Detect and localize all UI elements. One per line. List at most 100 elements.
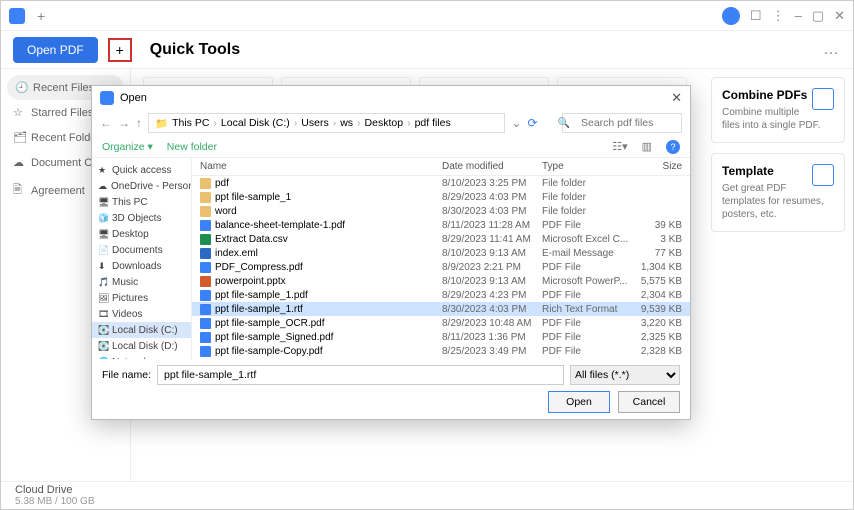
cancel-button[interactable]: Cancel — [618, 391, 680, 413]
col-size[interactable]: Size — [632, 161, 682, 172]
help-icon[interactable]: ? — [666, 140, 680, 154]
file-row[interactable]: balance-sheet-template-1.pdf8/11/2023 11… — [192, 218, 690, 232]
breadcrumb-item[interactable]: This PC — [172, 117, 209, 129]
col-name[interactable]: Name — [200, 161, 442, 172]
menu-icon[interactable]: ⋮ — [772, 8, 785, 24]
col-type[interactable]: Type — [542, 161, 632, 172]
tree-item[interactable]: 💽Local Disk (C:) — [92, 322, 191, 338]
file-type-icon — [200, 318, 211, 329]
template-icon — [812, 164, 834, 186]
breadcrumb-item[interactable]: Users — [301, 117, 328, 129]
tree-label: Music — [112, 277, 138, 288]
file-type-icon — [200, 206, 211, 217]
tree-icon: ⬇ — [98, 261, 108, 272]
minimize-button[interactable]: – — [795, 8, 802, 23]
file-type-icon — [200, 220, 211, 231]
file-name: ppt file-sample_1 — [215, 192, 442, 203]
tree-item[interactable]: ☁OneDrive - Person — [92, 178, 191, 194]
file-row[interactable]: ppt file-sample_18/29/2023 4:03 PMFile f… — [192, 190, 690, 204]
file-row[interactable]: powerpoint.pptx8/10/2023 9:13 AMMicrosof… — [192, 274, 690, 288]
tree-item[interactable]: 💽Local Disk (D:) — [92, 338, 191, 354]
add-file-button[interactable]: + — [108, 38, 132, 62]
file-row[interactable]: ppt file-sample_1.rtf8/30/2023 4:03 PMRi… — [192, 302, 690, 316]
new-tab-button[interactable]: + — [37, 8, 45, 24]
notes-icon[interactable]: ☐ — [750, 8, 762, 24]
path-dropdown-button[interactable]: ⌄ — [511, 116, 521, 130]
tree-icon: ★ — [98, 165, 108, 176]
tree-item[interactable]: ⬇Downloads — [92, 258, 191, 274]
file-date: 8/11/2023 1:36 PM — [442, 332, 542, 343]
tree-item[interactable]: 🖥This PC — [92, 194, 191, 210]
tree-item[interactable]: 📄Documents — [92, 242, 191, 258]
file-row[interactable]: PDF_Compress.pdf8/9/2023 2:21 PMPDF File… — [192, 260, 690, 274]
filename-label: File name: — [102, 369, 151, 381]
tree-label: This PC — [112, 197, 148, 208]
file-row[interactable]: ppt file-sample_Signed.pdf8/11/2023 1:36… — [192, 330, 690, 344]
filename-input[interactable] — [157, 365, 564, 385]
sidebar-icon: ☁ — [13, 156, 25, 169]
breadcrumb-item[interactable]: ws — [340, 117, 353, 129]
dialog-close-button[interactable]: ✕ — [671, 90, 682, 106]
file-filter-select[interactable]: All files (*.*) — [570, 365, 680, 385]
tree-item[interactable]: 🧊3D Objects — [92, 210, 191, 226]
file-date: 8/10/2023 9:13 AM — [442, 248, 542, 259]
folder-tree: ★ Quick access ☁OneDrive - Person🖥This PC🧊… — [92, 158, 192, 359]
col-date[interactable]: Date modified — [442, 161, 542, 172]
back-button[interactable]: ← — [100, 116, 112, 130]
file-row[interactable]: Extract Data.csv8/29/2023 11:41 AMMicros… — [192, 232, 690, 246]
page-title: Quick Tools — [150, 41, 240, 59]
user-avatar-icon[interactable] — [722, 7, 740, 25]
tree-item[interactable]: 🖥Desktop — [92, 226, 191, 242]
new-folder-button[interactable]: New folder — [167, 141, 217, 153]
file-type-icon — [200, 304, 211, 315]
refresh-button[interactable]: ⟳ — [527, 116, 537, 130]
up-button[interactable]: ↑ — [136, 116, 142, 130]
file-date: 8/10/2023 3:25 PM — [442, 178, 542, 189]
open-pdf-button[interactable]: Open PDF — [13, 37, 98, 63]
file-type: PDF File — [542, 220, 632, 231]
file-row[interactable]: index.eml8/10/2023 9:13 AME-mail Message… — [192, 246, 690, 260]
file-size: 77 KB — [632, 248, 682, 259]
organize-menu[interactable]: Organize ▾ — [102, 141, 153, 153]
maximize-button[interactable]: ▢ — [812, 8, 824, 24]
tree-label: Documents — [112, 245, 163, 256]
breadcrumb-item[interactable]: pdf files — [415, 117, 451, 129]
template-card[interactable]: Template Get great PDF templates for res… — [711, 153, 845, 232]
tree-item[interactable]: ★ Quick access — [92, 162, 191, 178]
preview-pane-icon[interactable]: ▥ — [642, 140, 652, 153]
close-button[interactable]: ✕ — [834, 8, 845, 24]
tree-item[interactable]: 🎞Videos — [92, 306, 191, 322]
overflow-menu-button[interactable]: … — [823, 41, 841, 59]
cloud-drive-label[interactable]: Cloud Drive — [15, 484, 839, 496]
file-date: 8/25/2023 3:49 PM — [442, 346, 542, 357]
combine-pdfs-card[interactable]: Combine PDFs Combine multiple files into… — [711, 77, 845, 143]
search-input[interactable] — [562, 113, 682, 133]
tree-label: Quick access — [112, 165, 171, 176]
file-size: 1,304 KB — [632, 262, 682, 273]
tree-label: 3D Objects — [112, 213, 161, 224]
file-type-icon — [200, 290, 211, 301]
tree-item[interactable]: 🎵Music — [92, 274, 191, 290]
file-row[interactable]: ppt file-sample_OCR.pdf8/29/2023 10:48 A… — [192, 316, 690, 330]
file-row[interactable]: ppt file-sample_1.pdf8/29/2023 4:23 PMPD… — [192, 288, 690, 302]
open-button[interactable]: Open — [548, 391, 610, 413]
breadcrumb-item[interactable]: Local Disk (C:) — [221, 117, 290, 129]
forward-button[interactable]: → — [118, 116, 130, 130]
dialog-footer: File name: All files (*.*) Open Cancel — [92, 359, 690, 419]
file-type: Rich Text Format — [542, 304, 632, 315]
tree-item[interactable]: 🖼Pictures — [92, 290, 191, 306]
dialog-logo-icon — [100, 91, 114, 105]
view-menu-icon[interactable]: ☷▾ — [612, 140, 627, 153]
breadcrumb-item[interactable]: Desktop — [365, 117, 404, 129]
breadcrumb[interactable]: 📁 This PC›Local Disk (C:)›Users›ws›Deskt… — [148, 113, 505, 133]
file-size: 9,539 KB — [632, 304, 682, 315]
combine-icon — [812, 88, 834, 110]
storage-label: 5.38 MB / 100 GB — [15, 496, 839, 507]
file-type: PDF File — [542, 346, 632, 357]
file-row[interactable]: ppt file-sample-Copy.pdf8/25/2023 3:49 P… — [192, 344, 690, 358]
file-row[interactable]: word8/30/2023 4:03 PMFile folder — [192, 204, 690, 218]
file-type: E-mail Message — [542, 248, 632, 259]
file-row[interactable]: pdf8/10/2023 3:25 PMFile folder — [192, 176, 690, 190]
column-headers: Name Date modified Type Size — [192, 158, 690, 176]
file-name: ppt file-sample-Copy.pdf — [215, 346, 442, 357]
